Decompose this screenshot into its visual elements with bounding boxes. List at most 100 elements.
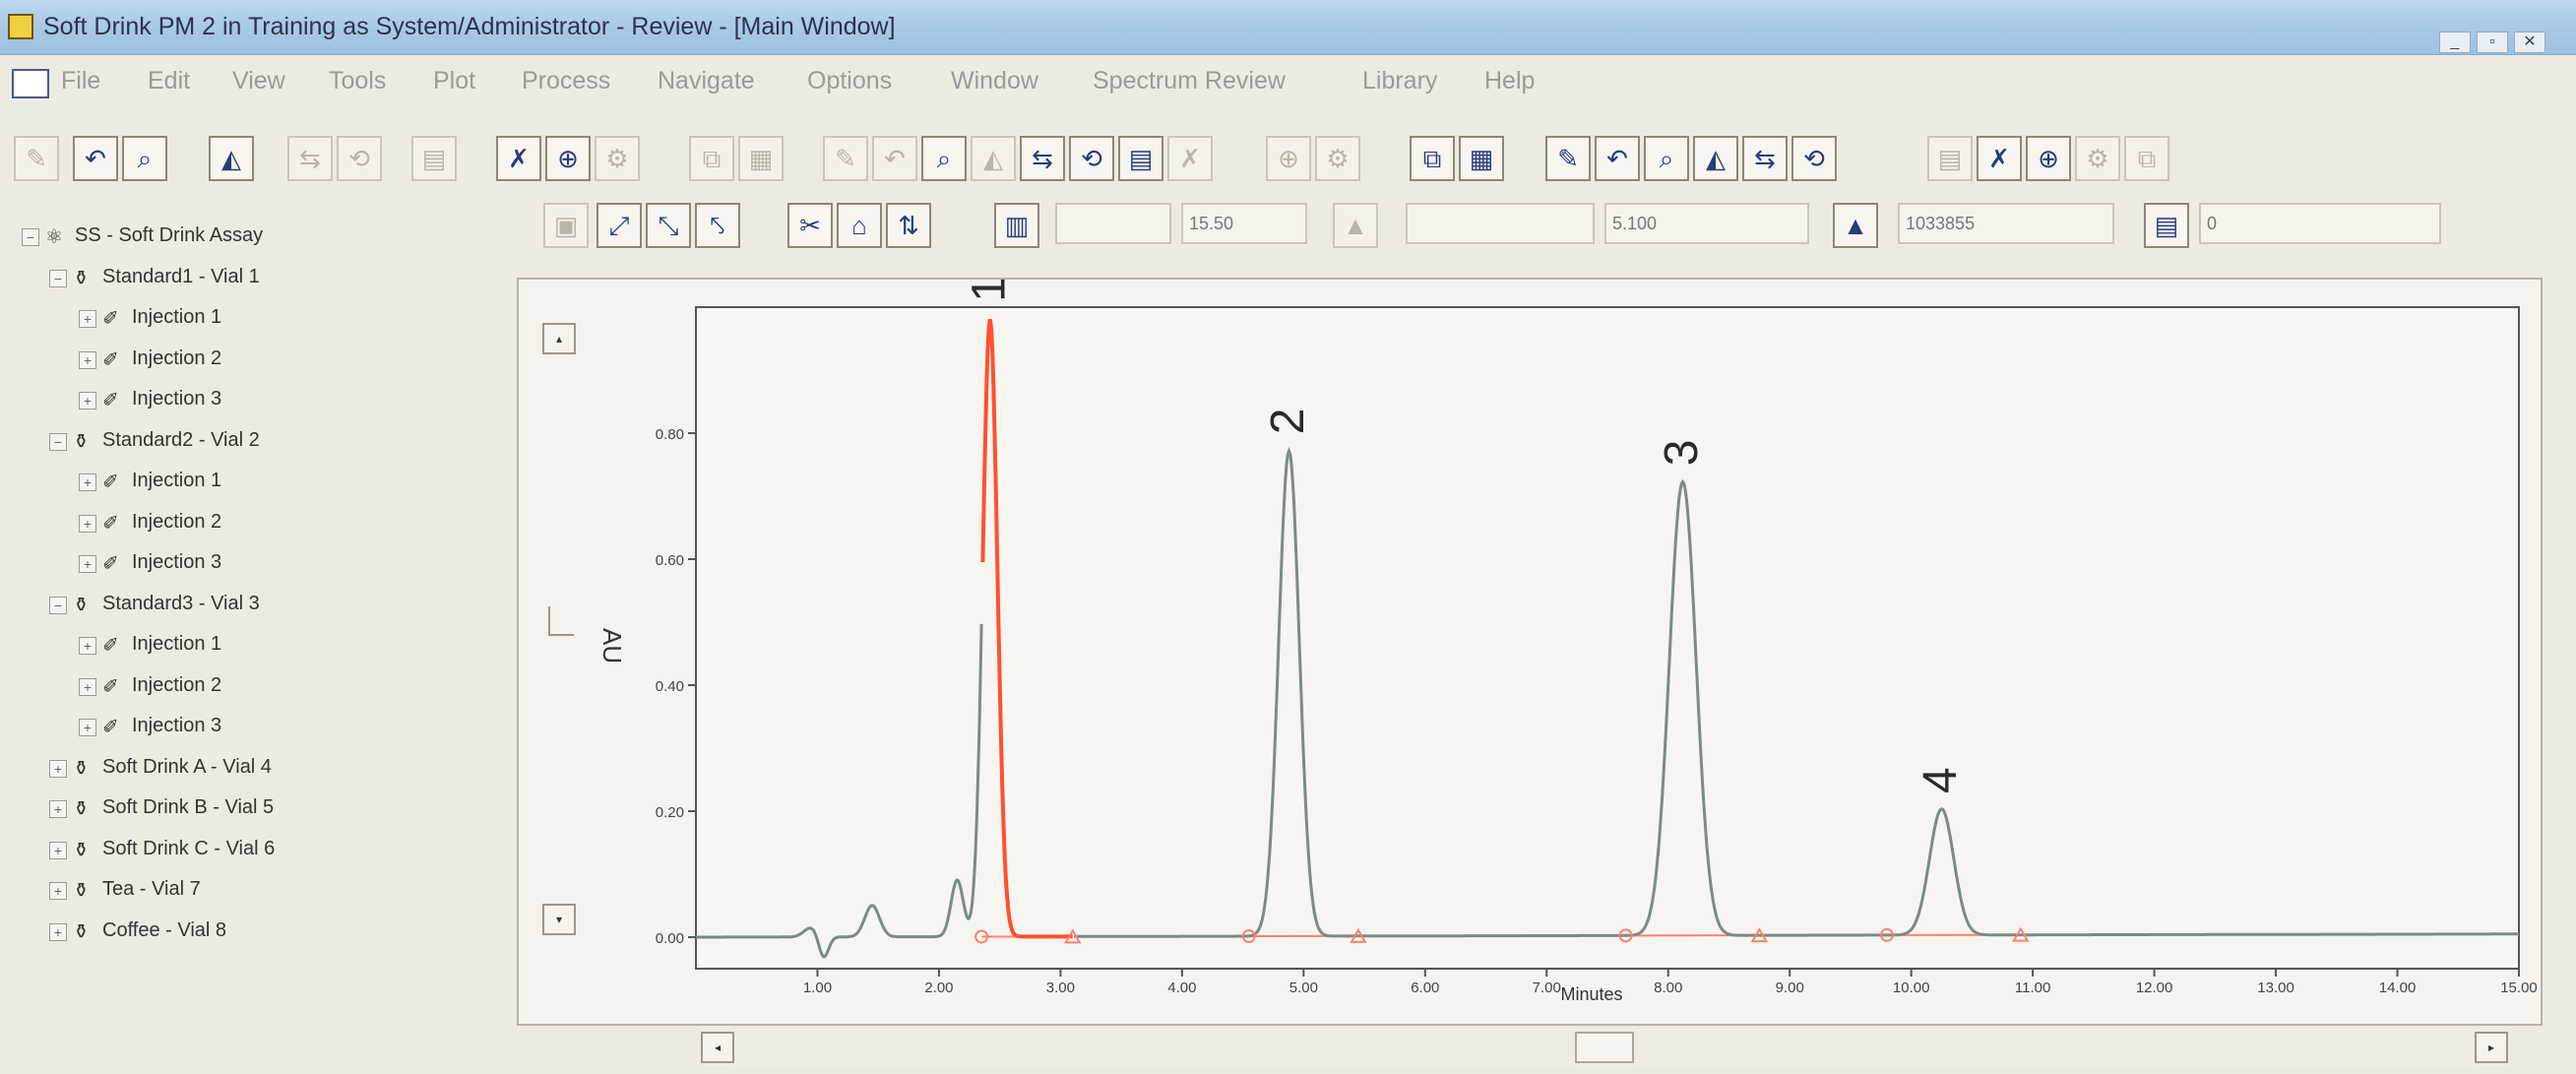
expand-toggle[interactable]: +	[49, 841, 67, 859]
toolbar-button[interactable]: ⇆	[1020, 136, 1065, 181]
plot-toolbar-button[interactable]: ⤢	[597, 203, 642, 248]
menu-file[interactable]: File	[61, 67, 100, 95]
toolbar-button[interactable]: ⌕	[1644, 136, 1689, 181]
tree-item[interactable]: − ⚛ SS - Soft Drink Assay	[14, 219, 476, 258]
toolbar-button[interactable]: ⚙	[1315, 136, 1360, 181]
horizontal-scrollbar[interactable]: ◂ ▸	[701, 1028, 2510, 1067]
toolbar-button[interactable]: ⧉	[1410, 136, 1455, 181]
expand-toggle[interactable]: +	[79, 637, 96, 655]
toolbar-button[interactable]: ⟲	[1791, 136, 1837, 181]
plot-toolbar-button[interactable]: ⇅	[886, 203, 931, 248]
expand-toggle[interactable]: +	[49, 882, 67, 900]
toolbar-button[interactable]: ▤	[1927, 136, 1973, 181]
plot-toolbar-button[interactable]: ▲	[1833, 203, 1878, 248]
plot-toolbar-button[interactable]: ▤	[2144, 203, 2189, 248]
expand-toggle[interactable]: +	[79, 677, 96, 696]
toolbar-button[interactable]: ✎	[823, 136, 868, 181]
menu-process[interactable]: Process	[522, 67, 610, 95]
menu-spectrum-review[interactable]: Spectrum Review	[1093, 67, 1286, 95]
toolbar-button[interactable]: ◭	[1693, 136, 1738, 181]
menu-help[interactable]: Help	[1484, 67, 1535, 95]
plot-toolbar-button[interactable]: ▣	[543, 203, 589, 248]
scroll-left-button[interactable]: ◂	[701, 1032, 734, 1063]
tree-item[interactable]: + ✐ Injection 3	[14, 709, 476, 748]
tree-item[interactable]: + ⚱ Tea - Vial 7	[14, 872, 476, 912]
tree-item[interactable]: + ⚱ Soft Drink A - Vial 4	[14, 750, 476, 790]
plot-toolbar-button[interactable]: ⤣	[695, 203, 740, 248]
toolbar-button[interactable]: ▦	[1459, 136, 1504, 181]
minimize-button[interactable]: _	[2439, 32, 2471, 53]
offset-field[interactable]: 0	[2199, 203, 2441, 244]
toolbar-button[interactable]: ⇆	[287, 136, 333, 181]
menu-tools[interactable]: Tools	[329, 67, 386, 95]
tree-item[interactable]: − ⚱ Standard2 - Vial 2	[14, 423, 476, 463]
expand-toggle[interactable]: +	[79, 514, 96, 533]
menu-navigate[interactable]: Navigate	[658, 67, 755, 95]
toolbar-button[interactable]: ▦	[738, 136, 784, 181]
tree-item[interactable]: + ✐ Injection 1	[14, 300, 476, 340]
toolbar-button[interactable]: ◭	[971, 136, 1016, 181]
tree-item[interactable]: + ✐ Injection 3	[14, 382, 476, 421]
toolbar-button[interactable]: ✗	[496, 136, 541, 181]
restore-button[interactable]: ▫	[2477, 32, 2508, 53]
toolbar-button[interactable]: ⌕	[921, 136, 967, 181]
scroll-right-button[interactable]: ▸	[2475, 1032, 2508, 1063]
menu-window[interactable]: Window	[951, 67, 1038, 95]
toolbar-button[interactable]: ⚙	[2075, 136, 2120, 181]
expand-toggle[interactable]: −	[49, 596, 67, 614]
tree-item[interactable]: + ✐ Injection 2	[14, 342, 476, 381]
toolbar-button[interactable]: ⌕	[122, 136, 167, 181]
toolbar-button[interactable]: ▤	[411, 136, 457, 181]
start-field[interactable]	[1055, 203, 1171, 244]
toolbar-button[interactable]: ↶	[73, 136, 118, 181]
expand-toggle[interactable]: +	[79, 719, 96, 736]
toolbar-button[interactable]: ↶	[872, 136, 917, 181]
toolbar-button[interactable]: ⧉	[689, 136, 734, 181]
expand-toggle[interactable]: −	[49, 432, 67, 451]
expand-toggle[interactable]: +	[49, 800, 67, 818]
tree-item[interactable]: + ✐ Injection 2	[14, 668, 476, 708]
expand-toggle[interactable]: +	[79, 474, 96, 491]
expand-toggle[interactable]: +	[49, 759, 67, 778]
toolbar-button[interactable]: ⊕	[545, 136, 591, 181]
tree-item[interactable]: + ⚱ Soft Drink C - Vial 6	[14, 832, 476, 871]
plot-toolbar-button[interactable]: ✂	[787, 203, 833, 248]
document-menu-icon[interactable]	[12, 69, 49, 98]
expand-toggle[interactable]: −	[22, 228, 39, 246]
toolbar-button[interactable]: ↶	[1595, 136, 1640, 181]
expand-toggle[interactable]: +	[79, 392, 96, 410]
toolbar-button[interactable]: ✗	[1977, 136, 2022, 181]
toolbar-button[interactable]: ⊕	[2026, 136, 2071, 181]
expand-toggle[interactable]: +	[79, 310, 96, 328]
tree-item[interactable]: + ⚱ Coffee - Vial 8	[14, 914, 476, 953]
expand-toggle[interactable]: +	[79, 555, 96, 573]
expand-toggle[interactable]: +	[79, 350, 96, 369]
scroll-thumb[interactable]	[1575, 1032, 1634, 1063]
expand-toggle[interactable]: +	[49, 922, 67, 941]
menu-view[interactable]: View	[232, 67, 285, 95]
close-button[interactable]: ✕	[2514, 32, 2545, 53]
menu-library[interactable]: Library	[1362, 67, 1437, 95]
toolbar-button[interactable]: ✎	[1545, 136, 1591, 181]
plot-toolbar-button[interactable]: ⌂	[837, 203, 882, 248]
toolbar-button[interactable]: ⇆	[1742, 136, 1788, 181]
tree-item[interactable]: + ✐ Injection 1	[14, 464, 476, 503]
plot-toolbar-button[interactable]: ▲	[1333, 203, 1378, 248]
tree-item[interactable]: − ⚱ Standard3 - Vial 3	[14, 587, 476, 626]
toolbar-button[interactable]: ⧉	[2124, 136, 2169, 181]
range-start-field[interactable]	[1406, 203, 1595, 244]
menu-edit[interactable]: Edit	[148, 67, 190, 95]
expand-toggle[interactable]: −	[49, 269, 67, 287]
toolbar-button[interactable]: ⊕	[1266, 136, 1311, 181]
tree-item[interactable]: + ✐ Injection 1	[14, 627, 476, 666]
toolbar-button[interactable]: ⟲	[337, 136, 382, 181]
toolbar-button[interactable]: ✗	[1167, 136, 1213, 181]
menu-options[interactable]: Options	[807, 67, 892, 95]
tree-item[interactable]: − ⚱ Standard1 - Vial 1	[14, 260, 476, 299]
plot-toolbar-button[interactable]: ▥	[994, 203, 1039, 248]
area-field[interactable]: 1033855	[1898, 203, 2114, 244]
tree-item[interactable]: + ✐ Injection 3	[14, 545, 476, 585]
toolbar-button[interactable]: ⚙	[595, 136, 640, 181]
toolbar-button[interactable]: ⟲	[1069, 136, 1114, 181]
toolbar-button[interactable]: ◭	[209, 136, 254, 181]
